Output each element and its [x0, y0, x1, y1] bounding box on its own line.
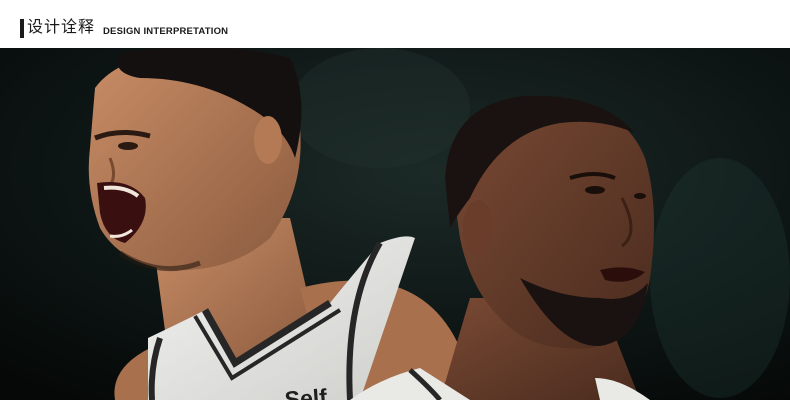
header-accent-bar	[20, 19, 24, 38]
jersey-sponsor-logo: Self.	[283, 383, 335, 400]
header-title-chinese: 设计诠释	[27, 17, 96, 36]
section-header: 设计诠释 DESIGN INTERPRETATION	[0, 0, 790, 48]
header-title-english: DESIGN INTERPRETATION	[103, 26, 229, 37]
basketball-players-photo: Self.	[0, 48, 790, 400]
players-illustration	[0, 48, 790, 400]
